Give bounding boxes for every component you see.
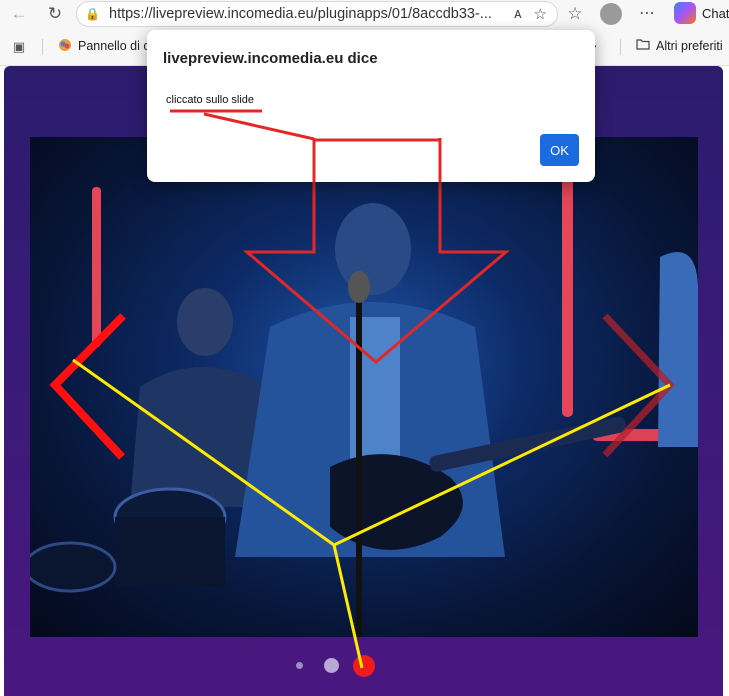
alert-dialog: livepreview.incomedia.eu dice cliccato s… [147, 30, 595, 182]
ok-button[interactable]: OK [540, 134, 579, 166]
dialog-title: livepreview.incomedia.eu dice [163, 50, 378, 67]
dialog-message: cliccato sullo slide [166, 94, 255, 106]
chevron-right-icon [602, 313, 675, 458]
